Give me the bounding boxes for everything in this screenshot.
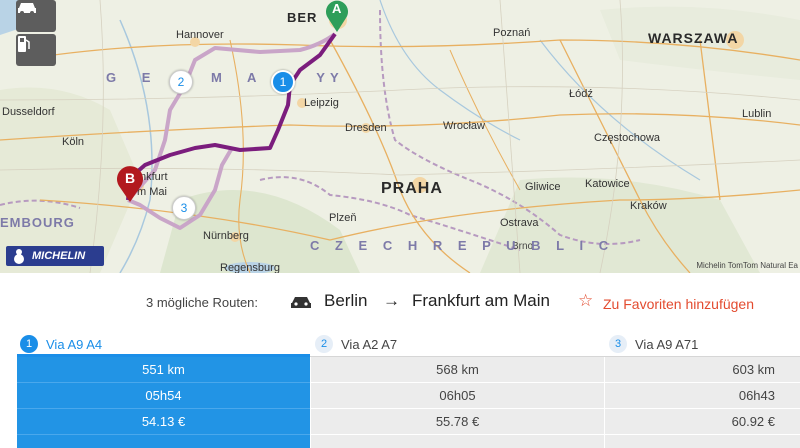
city-label: nkfurt xyxy=(140,171,168,183)
route-duration: 06h43 xyxy=(605,383,800,409)
city-label: Dusseldorf xyxy=(2,106,55,118)
route-distance: 603 km xyxy=(605,357,800,383)
city-label: Ostrava xyxy=(500,217,539,229)
city-label: Częstochowa xyxy=(594,132,661,144)
start-pin-label: A xyxy=(332,1,342,16)
fuel-button[interactable] xyxy=(16,34,56,66)
route-count: 3 mögliche Routen: xyxy=(146,295,259,310)
capital-label: WARSZAWA xyxy=(648,30,739,46)
route-origin: Berlin xyxy=(324,291,368,310)
city-label: BER xyxy=(287,10,318,25)
route-number: 3 xyxy=(609,335,627,353)
route-duration: 05h54 xyxy=(17,383,310,409)
route-tab-label: Via A9 A71 xyxy=(635,336,699,352)
end-pin[interactable]: B xyxy=(116,164,144,202)
route-arrow: → xyxy=(383,291,400,310)
city-label: Leipzig xyxy=(304,97,339,109)
end-pin-label: B xyxy=(125,170,136,186)
route-2-details[interactable]: 568 km 06h05 55.78 € xyxy=(311,357,604,448)
route-tab-3[interactable]: 3 Via A9 A71 xyxy=(609,332,698,356)
city-label: Regensburg xyxy=(220,262,280,273)
route-distance: 568 km xyxy=(311,357,604,383)
city-label: Poznań xyxy=(493,27,531,39)
country-label: G E R M A N Y xyxy=(106,70,336,85)
city-label: Kraków xyxy=(630,200,667,212)
city-label: Dresden xyxy=(345,122,387,134)
country-label: EMBOURG xyxy=(0,215,75,230)
city-label: Katowice xyxy=(585,178,630,190)
route-tab-label: Via A2 A7 xyxy=(341,336,398,352)
city-label: Łódź xyxy=(569,88,593,100)
capital-label: PRAHA xyxy=(381,180,443,197)
favorite-star-icon[interactable]: ☆ xyxy=(578,291,593,311)
route-distance: 551 km xyxy=(17,357,310,383)
route-1-marker[interactable]: 1 xyxy=(271,70,295,94)
city-label: Lublin xyxy=(742,108,772,120)
route-cost: 55.78 € xyxy=(311,409,604,435)
city-label: Plzeň xyxy=(329,212,357,224)
route-tab-label: Via A9 A4 xyxy=(46,336,103,352)
car-icon xyxy=(289,294,313,313)
route-number: 2 xyxy=(315,335,333,353)
route-duration: 06h05 xyxy=(311,383,604,409)
route-number: 1 xyxy=(20,335,38,353)
country-label: C Z E C H R E P U B L I C xyxy=(310,238,615,253)
add-favorite-link[interactable]: Zu Favoriten hinzufügen xyxy=(603,296,754,312)
city-label: Hannover xyxy=(176,29,224,41)
map-attribution: Michelin TomTom Natural Ea xyxy=(696,261,798,270)
route-3-details[interactable]: 603 km 06h43 60.92 € xyxy=(605,357,800,448)
route-summary: 3 mögliche Routen: Berlin → Frankfurt am… xyxy=(0,288,800,316)
route-destination: Frankfurt am Main xyxy=(412,291,550,310)
route-2-marker[interactable]: 2 xyxy=(169,70,193,94)
city-label: Nürnberg xyxy=(203,230,249,242)
city-label: Köln xyxy=(62,136,85,148)
route-3-marker[interactable]: 3 xyxy=(172,196,196,220)
route-tab-1[interactable]: 1 Via A9 A4 xyxy=(20,332,102,356)
traffic-button[interactable] xyxy=(16,0,56,32)
michelin-logo: MICHELIN xyxy=(6,246,104,266)
route-map[interactable]: Hannover Dusseldorf Köln Leipzig Dresden… xyxy=(0,0,800,273)
start-pin[interactable]: A xyxy=(324,0,350,32)
route-tab-2[interactable]: 2 Via A2 A7 xyxy=(315,332,397,356)
country-label: Y xyxy=(330,70,339,85)
route-1-details[interactable]: 551 km 05h54 54.13 € xyxy=(17,357,310,448)
city-label: Wrocław xyxy=(443,120,485,132)
route-cost: 60.92 € xyxy=(605,409,800,435)
selected-route-pointer xyxy=(154,438,174,448)
city-label: Gliwice xyxy=(525,181,561,193)
route-cost: 54.13 € xyxy=(17,409,310,435)
